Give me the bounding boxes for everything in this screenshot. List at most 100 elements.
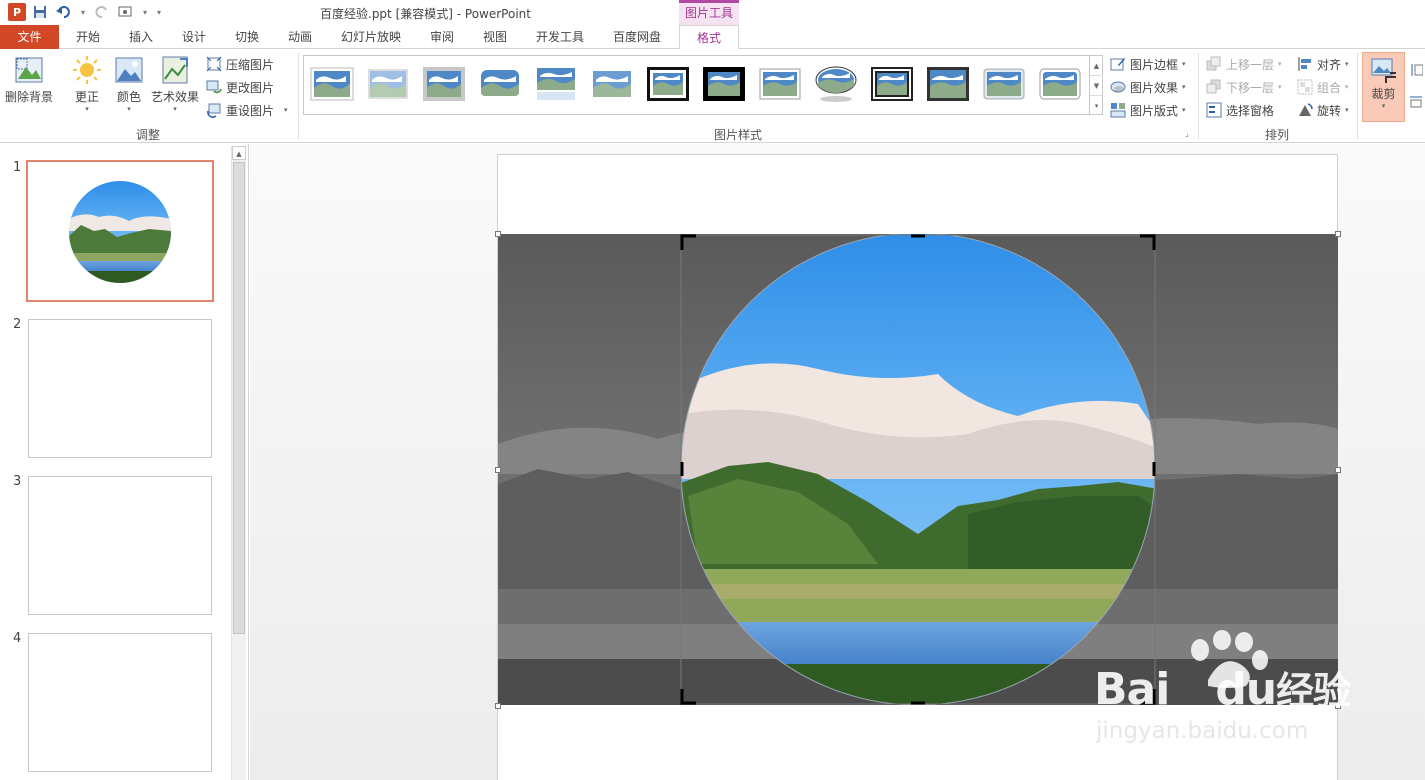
resize-handle-left[interactable] [495,467,501,473]
style-thumbnail-compound-frame[interactable] [926,66,970,102]
style-thumbnail-simple-rect[interactable] [758,66,802,102]
chevron-down-icon[interactable]: ▾ [284,106,288,114]
slide-thumbnail-1[interactable] [26,160,214,302]
scroll-up-icon[interactable]: ▲ [232,146,246,160]
dialog-launcher-icon[interactable]: ⌟ [1185,129,1189,138]
send-backward-label: 下移一层 [1226,80,1275,95]
baidu-jingyan-watermark: Bai du经验 jingyan.baidu.com [1090,630,1360,750]
picture-styles-gallery: ▲ ▼ ▾ [303,55,1103,115]
send-backward-button[interactable]: 下移一层 ▾ [1206,77,1282,97]
width-icon[interactable] [1409,94,1423,108]
picture-layout-icon [1110,103,1126,118]
tab-slideshow[interactable]: 幻灯片放映 [333,25,409,49]
bring-forward-button[interactable]: 上移一层 ▾ [1206,54,1282,74]
change-picture-label: 更改图片 [226,80,275,95]
gallery-scroll-down-icon[interactable]: ▼ [1090,76,1103,96]
crop-button[interactable]: 裁剪 ▾ [1362,52,1405,122]
ribbon: 删除背景 更正 ▾ 颜色 ▾ 艺术效果 ▾ 压缩图片 更改图片 重设图片 ▾ 调… [0,49,1425,143]
artistic-effects-button[interactable]: 艺术效果 ▾ [151,55,199,113]
adjust-group-label: 调整 [136,128,161,142]
scrollbar-thumb[interactable] [233,162,245,634]
picture-effects-icon [1110,81,1126,93]
tab-home[interactable]: 开始 [68,25,108,49]
touch-mode-icon[interactable] [116,3,136,21]
group-separator [1198,53,1199,139]
slide-thumbnail-2[interactable] [28,319,212,458]
corrections-label: 更正 [74,90,99,104]
save-icon[interactable] [30,3,50,21]
style-thumbnail-rounded[interactable] [478,66,522,102]
undo-icon[interactable] [54,3,74,21]
tab-design[interactable]: 设计 [174,25,214,49]
style-thumbnail-drop-shadow[interactable] [422,66,466,102]
resize-handle-right[interactable] [1335,467,1341,473]
thumbnail-pane-scrollbar[interactable]: ▲ [231,146,246,780]
align-label: 对齐 [1317,57,1342,72]
watermark-brand-jingyan: 经验 [1276,669,1351,713]
watermark-brand-bai: Bai [1094,664,1170,715]
style-thumbnail-reflected[interactable] [534,66,578,102]
resize-handle-top-left[interactable] [495,231,501,237]
compress-pictures-button[interactable]: 压缩图片 [206,54,274,74]
powerpoint-app-icon[interactable]: P [8,3,26,21]
picture-tools-context-label: 图片工具 [679,0,739,25]
ribbon-tab-bar: 文件 开始 插入 设计 切换 动画 幻灯片放映 审阅 视图 开发工具 百度网盘 … [0,25,1425,50]
remove-background-button[interactable]: 删除背景 [5,55,53,105]
chevron-down-icon: ▾ [173,105,177,113]
height-icon[interactable] [1409,63,1424,77]
align-button[interactable]: 对齐 ▾ [1297,54,1349,74]
resize-handle-bottom-left[interactable] [495,703,501,709]
style-thumbnail-thick-black-frame[interactable] [646,66,690,102]
style-thumbnail-oval[interactable] [814,66,858,102]
tab-animations[interactable]: 动画 [280,25,320,49]
chevron-down-icon: ▾ [1345,60,1349,68]
slide-thumbnail-4[interactable] [28,633,212,772]
selection-pane-button[interactable]: 选择窗格 [1206,100,1274,120]
circle-picture-thumbnail [69,181,171,283]
style-thumbnail-beveled[interactable] [982,66,1026,102]
group-objects-button[interactable]: 组合 ▾ [1297,77,1349,97]
slide-thumbnail-3[interactable] [28,476,212,615]
color-label: 颜色 [116,90,141,104]
tab-transitions[interactable]: 切换 [227,25,267,49]
undo-dropdown-icon[interactable]: ▾ [78,3,88,21]
style-thumbnail-simple-frame[interactable] [310,66,354,102]
gallery-scroll-up-icon[interactable]: ▲ [1090,56,1103,76]
picture-layout-button[interactable]: 图片版式 ▾ [1110,100,1186,120]
rotate-button[interactable]: 旋转 ▾ [1297,100,1349,120]
resize-handle-top-right[interactable] [1335,231,1341,237]
gallery-scroll: ▲ ▼ ▾ [1089,56,1103,114]
chevron-down-icon: ▾ [1278,60,1282,68]
tab-review[interactable]: 审阅 [422,25,462,49]
tab-format[interactable]: 格式 [679,25,739,50]
touch-mode-dropdown-icon[interactable]: ▾ [140,3,150,21]
title-bar: P ▾ ▾ ▾ 百度经验.ppt [兼容模式] - PowerPoint 图片工… [0,0,1425,25]
style-thumbnail-soft-rect[interactable] [590,66,634,102]
corrections-button[interactable]: 更正 ▾ [72,55,102,113]
style-thumbnail-black-shadow[interactable] [702,66,746,102]
tab-insert[interactable]: 插入 [121,25,161,49]
arrange-group-label: 排列 [1265,128,1290,142]
reset-picture-button[interactable]: 重设图片 ▾ [206,100,288,120]
style-thumbnail-perspective[interactable] [1038,66,1082,102]
picture-border-button[interactable]: 图片边框 ▾ [1110,54,1186,74]
style-thumbnail-soft-edge[interactable] [366,66,410,102]
tab-developer[interactable]: 开发工具 [528,25,592,49]
compress-icon [206,56,222,72]
send-backward-icon [1206,79,1221,94]
gallery-more-icon[interactable]: ▾ [1090,96,1103,116]
rotate-label: 旋转 [1317,103,1342,118]
customize-icon[interactable]: ▾ [154,3,164,21]
picture-effects-button[interactable]: 图片效果 ▾ [1110,77,1186,97]
tab-file[interactable]: 文件 [0,25,59,49]
style-thumbnail-double-frame[interactable] [870,66,914,102]
redo-icon[interactable] [92,3,112,21]
tab-baidu-netdisk[interactable]: 百度网盘 [604,25,670,49]
color-button[interactable]: 颜色 ▾ [114,55,144,113]
group-label: 组合 [1317,80,1342,95]
change-picture-button[interactable]: 更改图片 [206,77,274,97]
chevron-down-icon: ▾ [85,105,89,113]
quick-access-toolbar: P ▾ ▾ ▾ [8,3,164,21]
slide-thumbnail-pane: 1 2 3 4 ▲ [0,144,249,780]
tab-view[interactable]: 视图 [475,25,515,49]
